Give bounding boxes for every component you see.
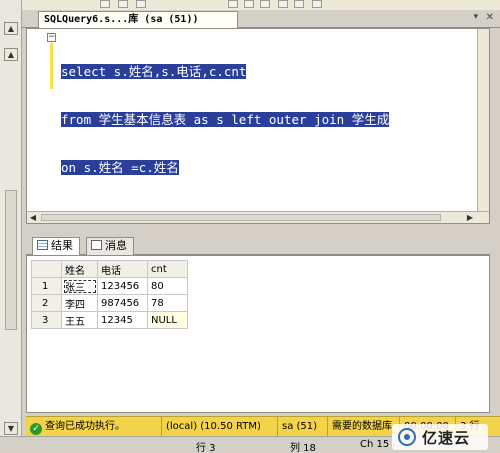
table-cell[interactable]: 78 — [147, 294, 188, 312]
table-cell[interactable]: 80 — [147, 277, 188, 295]
scroll-left-arrow-icon[interactable]: ◀ — [28, 213, 38, 222]
toolbar-button[interactable] — [244, 0, 254, 8]
scroll-thumb[interactable] — [41, 214, 441, 221]
scroll-down-arrow-icon[interactable]: ▼ — [4, 422, 18, 435]
toolbar-button[interactable] — [228, 0, 238, 8]
editor-horizontal-scrollbar[interactable]: ◀ ▶ — [27, 211, 489, 223]
table-cell[interactable]: 12345 — [97, 311, 148, 329]
sql-code[interactable]: select s.姓名,s.电话,c.cnt from 学生基本信息表 as s… — [61, 32, 390, 208]
toolbar-button[interactable] — [118, 0, 128, 8]
line-indicator: 行 3 — [196, 443, 216, 453]
results-tab-strip: 结果 消息 — [26, 235, 490, 255]
toolbar-button[interactable] — [136, 0, 146, 8]
scroll-right-arrow-icon[interactable]: ▶ — [465, 213, 475, 222]
object-explorer-edge: ▲ ▲ ▼ — [0, 0, 22, 438]
status-database: 需要的数据库 — [328, 417, 400, 437]
changed-lines-marker — [50, 43, 53, 89]
query-document-tab[interactable]: SQLQuery6.s...库 (sa (51)) — [38, 11, 238, 28]
toolbar-button[interactable] — [294, 0, 304, 8]
column-indicator: 列 18 — [290, 443, 316, 453]
corner-cell[interactable] — [31, 260, 62, 278]
message-icon — [91, 240, 102, 250]
scroll-up-arrow-icon[interactable]: ▲ — [4, 22, 18, 35]
header-row: 姓名 电话 cnt — [31, 260, 188, 278]
column-header[interactable]: cnt — [147, 260, 188, 278]
collapse-icon[interactable]: − — [47, 33, 56, 42]
code-line: on s.姓名 =c.姓名 — [61, 160, 179, 175]
grid-icon — [37, 240, 48, 250]
column-header[interactable]: 姓名 — [61, 260, 98, 278]
watermark-logo-icon — [398, 428, 416, 446]
tab-messages[interactable]: 消息 — [86, 237, 134, 255]
success-check-icon: ✓ — [30, 423, 42, 435]
query-editor[interactable]: − select s.姓名,s.电话,c.cnt from 学生基本信息表 as… — [26, 28, 490, 224]
char-indicator: Ch 15 — [360, 439, 390, 450]
row-number[interactable]: 3 — [31, 311, 62, 329]
table-cell-null[interactable]: NULL — [147, 311, 188, 329]
close-icon[interactable]: ✕ — [486, 12, 494, 23]
row-number[interactable]: 1 — [31, 277, 62, 295]
row-number[interactable]: 2 — [31, 294, 62, 312]
code-line: from 学生基本信息表 as s left outer join 学生成 — [61, 112, 390, 127]
scroll-thumb[interactable] — [5, 190, 17, 330]
document-tab-bar: SQLQuery6.s...库 (sa (51)) — [22, 10, 500, 28]
pin-icon[interactable]: ▾ — [473, 12, 478, 22]
status-user: sa (51) — [278, 417, 328, 437]
table-cell[interactable]: 987456 — [97, 294, 148, 312]
status-server: (local) (10.50 RTM) — [162, 417, 278, 437]
results-pane: 姓名 电话 cnt 1 张三 123456 80 2 李四 987456 78 … — [26, 255, 490, 413]
table-row: 1 张三 123456 80 — [31, 277, 188, 295]
editor-vertical-scrollbar[interactable] — [477, 29, 489, 213]
table-cell[interactable]: 123456 — [97, 277, 148, 295]
table-cell[interactable]: 王五 — [61, 311, 98, 329]
editor-gutter — [27, 29, 45, 223]
results-grid[interactable]: 姓名 电话 cnt 1 张三 123456 80 2 李四 987456 78 … — [31, 260, 188, 329]
toolbar-button[interactable] — [278, 0, 288, 8]
toolbar — [22, 0, 500, 10]
watermark-text: 亿速云 — [422, 429, 471, 447]
toolbar-button[interactable] — [260, 0, 270, 8]
column-header[interactable]: 电话 — [97, 260, 148, 278]
table-cell[interactable]: 李四 — [61, 294, 98, 312]
status-message: ✓ 查询已成功执行。 — [26, 417, 162, 437]
table-row: 2 李四 987456 78 — [31, 294, 188, 312]
table-cell[interactable]: 张三 — [61, 277, 98, 295]
watermark: 亿速云 — [392, 424, 488, 450]
code-line: select s.姓名,s.电话,c.cnt — [61, 64, 247, 79]
toolbar-button[interactable] — [100, 0, 110, 8]
tab-results[interactable]: 结果 — [32, 237, 80, 255]
table-row: 3 王五 12345 NULL — [31, 311, 188, 329]
toolbar-button[interactable] — [312, 0, 322, 8]
scroll-arrow-icon[interactable]: ▲ — [4, 48, 18, 61]
